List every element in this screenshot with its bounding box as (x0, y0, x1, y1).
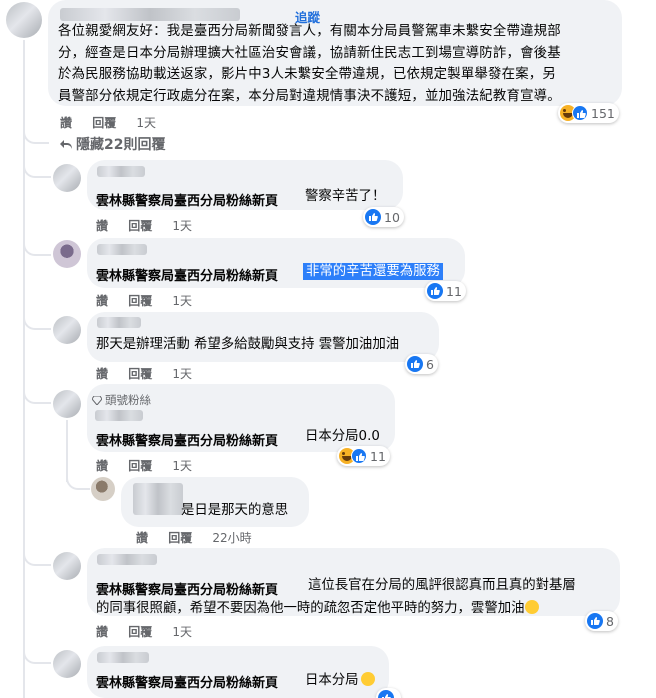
avatar[interactable] (53, 552, 81, 580)
reaction-summary[interactable]: 11 (337, 446, 390, 466)
diamond-icon (92, 396, 102, 405)
reaction-count: 151 (591, 105, 615, 121)
like-button[interactable]: 讚 (96, 294, 108, 308)
reply-button[interactable]: 回覆 (128, 294, 152, 308)
thread-connector (66, 476, 90, 490)
comment-actions: 讚 回覆 1天 (96, 623, 208, 640)
comment-actions: 讚 回覆 1天 (96, 365, 208, 382)
comment-text: 日本分局0.0 (305, 429, 380, 444)
comment-author[interactable]: 雲林縣警察局臺西分局粉絲新頁 (96, 265, 278, 284)
like-reaction-icon (365, 209, 381, 225)
comment-line: 員警部分依規定行政處分在案，本分局對違規情事決不護短，並加強法紀教育宣導。 (58, 88, 561, 104)
comment-text: 這位長官在分局的風評很認真而且真的對基層 (308, 578, 576, 593)
avatar[interactable] (91, 477, 115, 501)
timestamp[interactable]: 1天 (172, 294, 192, 308)
reaction-summary[interactable]: 10 (363, 207, 404, 227)
thread-connector (23, 158, 51, 178)
comment-actions: 讚 回覆 1天 (96, 457, 208, 474)
author-name-blurred[interactable] (97, 244, 147, 255)
like-button[interactable]: 讚 (96, 459, 108, 473)
clap-emoji-icon (524, 600, 539, 614)
thread-connector (23, 384, 51, 404)
reply-arrow-icon (60, 140, 72, 149)
comment-actions: 讚 回覆 1天 (60, 114, 172, 131)
reply-button[interactable]: 回覆 (92, 116, 116, 130)
avatar[interactable] (53, 316, 81, 344)
author-name-blurred[interactable] (97, 166, 145, 177)
reply-button[interactable]: 回覆 (128, 459, 152, 473)
like-reaction-icon (572, 105, 588, 121)
comment-author[interactable]: 雲林縣警察局臺西分局粉絲新頁 (96, 579, 278, 598)
like-reaction-icon (378, 690, 394, 698)
like-reaction-icon (427, 283, 443, 299)
reply-button[interactable]: 回覆 (168, 531, 192, 545)
comment-author[interactable]: 雲林縣警察局臺西分局粉絲新頁 (96, 672, 278, 691)
thread-line (66, 420, 68, 482)
selected-text: 非常的辛苦還要為服務 (303, 263, 443, 281)
avatar[interactable] (53, 240, 81, 268)
like-button[interactable]: 讚 (96, 219, 108, 233)
avatar[interactable] (6, 2, 42, 38)
comment-text: 那天是辦理活動 希望多給鼓勵與支持 雲警加油加油 (96, 337, 400, 352)
timestamp[interactable]: 1天 (172, 625, 192, 639)
author-name-blurred[interactable] (97, 652, 149, 663)
reaction-summary[interactable] (376, 688, 401, 698)
comment-author[interactable]: 雲林縣警察局臺西分局粉絲新頁 (96, 190, 278, 209)
avatar[interactable] (53, 390, 81, 418)
like-button[interactable]: 讚 (96, 625, 108, 639)
like-reaction-icon (407, 356, 423, 372)
like-reaction-icon (587, 613, 603, 629)
like-button[interactable]: 讚 (60, 116, 72, 130)
like-button[interactable]: 讚 (136, 531, 148, 545)
reaction-summary[interactable]: 6 (405, 354, 438, 374)
comment-line: 於為民服務協助載送返家，影片中3人未繫安全帶違規，已依規定製單舉發在案，另 (58, 67, 556, 82)
thinking-emoji-icon (360, 672, 375, 686)
comment-line: 分，經查是日本分局辦理擴大社區治安會議，協請新住民志工到場宣導防詐，會後基 (58, 45, 561, 61)
thread-connector (23, 310, 51, 330)
timestamp[interactable]: 1天 (136, 116, 156, 130)
reaction-count: 11 (370, 448, 386, 464)
timestamp[interactable]: 1天 (172, 367, 192, 381)
author-name-blurred[interactable] (133, 483, 183, 515)
reaction-count: 11 (446, 283, 462, 299)
author-name-blurred[interactable] (60, 8, 240, 21)
author-name-blurred[interactable] (95, 410, 143, 421)
reply-bubble (121, 477, 309, 527)
comment-actions: 讚 回覆 1天 (96, 217, 208, 234)
timestamp[interactable]: 1天 (172, 219, 192, 233)
reply-button[interactable]: 回覆 (128, 625, 152, 639)
hidden-replies-toggle[interactable]: 隱藏22則回覆 (60, 134, 165, 154)
comment-line: 各位親愛網友好：我是臺西分局新聞發言人，有關本分局員警駕車未繫安全帶違規部 (58, 24, 561, 39)
reply-button[interactable]: 回覆 (128, 219, 152, 233)
comment-text: 是日是那天的意思 (181, 503, 289, 518)
reaction-count: 8 (606, 613, 614, 629)
reaction-summary[interactable]: 8 (585, 611, 618, 631)
comment-actions: 讚 回覆 1天 (96, 292, 208, 309)
thread-connector (23, 644, 51, 664)
author-name-blurred[interactable] (97, 554, 157, 565)
top-fan-badge: 頭號粉絲 (92, 392, 151, 408)
thread-connector (23, 236, 51, 256)
comment-author[interactable]: 雲林縣警察局臺西分局粉絲新頁 (96, 430, 278, 449)
comment-text: 日本分局 (305, 672, 375, 687)
main-comment-text: 各位親愛網友好：我是臺西分局新聞發言人，有關本分局員警駕車未繫安全帶違規部 分，… (58, 21, 613, 107)
reaction-summary[interactable]: 151 (558, 103, 619, 123)
reaction-count: 6 (426, 356, 434, 372)
comment-actions: 讚 回覆 22小時 (136, 529, 268, 546)
comment-text: 非常的辛苦還要為服務 (303, 263, 443, 281)
comment-text: 的同事很照顧，希望不要因為他一時的疏忽否定他平時的努力，雲警加油 (96, 600, 539, 615)
like-reaction-icon (351, 448, 367, 464)
timestamp[interactable]: 1天 (172, 459, 192, 473)
avatar[interactable] (53, 650, 81, 678)
reaction-count: 10 (384, 209, 400, 225)
like-button[interactable]: 讚 (96, 367, 108, 381)
thread-connector (23, 546, 51, 566)
thread-connector (23, 128, 49, 144)
avatar[interactable] (53, 164, 81, 192)
comment-text: 警察辛苦了！ (305, 189, 386, 204)
reaction-summary[interactable]: 11 (425, 281, 466, 301)
reply-button[interactable]: 回覆 (128, 367, 152, 381)
timestamp[interactable]: 22小時 (212, 531, 251, 545)
author-name-blurred[interactable] (97, 317, 141, 328)
